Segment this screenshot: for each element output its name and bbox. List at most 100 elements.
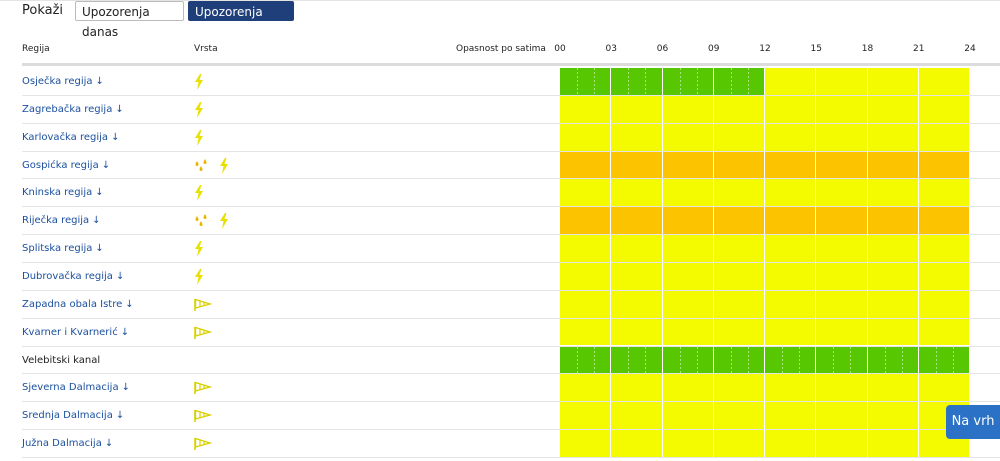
table-row: Sjeverna Dalmacija ↓ bbox=[22, 374, 1000, 402]
danger-cell-yellow bbox=[611, 290, 662, 318]
tab-upozorenja-danas[interactable]: Upozorenja danas bbox=[75, 1, 184, 39]
danger-cell-yellow bbox=[765, 374, 816, 402]
region-link[interactable]: Riječka regija ↓ bbox=[22, 207, 101, 235]
danger-cell-green bbox=[611, 68, 662, 95]
arrow-down-icon: ↓ bbox=[115, 103, 124, 115]
region-link[interactable]: Kvarner i Kvarnerić ↓ bbox=[22, 319, 129, 347]
danger-cell-orange bbox=[918, 151, 969, 179]
danger-cell-yellow bbox=[765, 402, 816, 430]
region-link[interactable]: Srednja Dalmacija ↓ bbox=[22, 402, 124, 430]
danger-cell-yellow bbox=[662, 262, 713, 290]
danger-cell-yellow bbox=[713, 235, 764, 262]
danger-cell-yellow bbox=[918, 179, 969, 207]
wind-icon bbox=[194, 409, 212, 423]
table-row: Dubrovačka regija ↓ bbox=[22, 262, 1000, 291]
table-row: Zagrebačka regija ↓ bbox=[22, 95, 1000, 124]
region-link[interactable]: Gospićka regija ↓ bbox=[22, 152, 110, 180]
danger-cell-yellow bbox=[816, 68, 867, 95]
region-link[interactable]: Karlovačka regija ↓ bbox=[22, 124, 119, 152]
danger-cell-yellow bbox=[816, 374, 867, 402]
danger-cell-yellow bbox=[611, 318, 662, 346]
table-row: Velebitski kanal bbox=[22, 346, 1000, 375]
region-link[interactable]: Dubrovačka regija ↓ bbox=[22, 263, 124, 291]
arrow-down-icon: ↓ bbox=[92, 215, 101, 227]
danger-cell-yellow bbox=[918, 318, 969, 346]
danger-cell-yellow bbox=[918, 235, 969, 262]
danger-cell-yellow bbox=[816, 179, 867, 207]
danger-cell-orange bbox=[560, 207, 611, 235]
danger-cell-orange bbox=[765, 151, 816, 179]
warning-type-icons bbox=[194, 268, 204, 286]
hour-tick: 00 bbox=[554, 44, 566, 54]
danger-cell-green bbox=[662, 346, 713, 374]
header-danger: Opasnost po satima bbox=[456, 44, 546, 54]
table-row: Kninska regija ↓ bbox=[22, 179, 1000, 207]
danger-cell-yellow bbox=[867, 179, 918, 207]
danger-cell-yellow bbox=[867, 68, 918, 95]
danger-cell-yellow bbox=[867, 95, 918, 123]
hour-tick: 03 bbox=[605, 44, 617, 54]
region-link[interactable]: Splitska regija ↓ bbox=[22, 235, 104, 263]
danger-cell-yellow bbox=[918, 262, 969, 290]
table-row: Gospićka regija ↓ bbox=[22, 151, 1000, 180]
region-link[interactable]: Sjeverna Dalmacija ↓ bbox=[22, 374, 130, 402]
header-region: Regija bbox=[22, 44, 50, 54]
danger-cell-yellow bbox=[662, 179, 713, 207]
warning-type-icons bbox=[194, 407, 212, 425]
region-link[interactable]: Kninska regija ↓ bbox=[22, 179, 104, 207]
warning-type-icons bbox=[194, 101, 204, 119]
danger-cell-orange bbox=[867, 207, 918, 235]
danger-cell-orange bbox=[713, 151, 764, 179]
hour-tick: 15 bbox=[810, 44, 822, 54]
thunder-icon bbox=[194, 241, 204, 258]
danger-cell-yellow bbox=[611, 402, 662, 430]
hour-tick: 09 bbox=[708, 44, 720, 54]
danger-cell-yellow bbox=[816, 123, 867, 151]
table-row: Zapadna obala Istre ↓ bbox=[22, 290, 1000, 319]
back-to-top-button[interactable]: Na vrh bbox=[946, 405, 1000, 439]
region-link[interactable]: Južna Dalmacija ↓ bbox=[22, 430, 113, 458]
danger-cell-green bbox=[713, 68, 764, 95]
arrow-down-icon: ↓ bbox=[115, 270, 125, 282]
danger-cell-yellow bbox=[918, 68, 969, 95]
danger-cell-green bbox=[713, 346, 764, 374]
thunder-icon bbox=[194, 101, 204, 118]
region-link[interactable]: Osječka regija ↓ bbox=[22, 68, 104, 96]
danger-cell-orange bbox=[867, 151, 918, 179]
tab-upozorenja-sutra[interactable]: Upozorenja sutra bbox=[188, 1, 294, 39]
region-name: Splitska regija bbox=[22, 243, 93, 255]
danger-cell-yellow bbox=[560, 95, 611, 123]
region-link[interactable]: Zagrebačka regija ↓ bbox=[22, 96, 124, 124]
hour-tick: 24 bbox=[964, 44, 976, 54]
rain-icon bbox=[194, 158, 210, 174]
region-link[interactable]: Zapadna obala Istre ↓ bbox=[22, 291, 134, 319]
danger-cell-yellow bbox=[816, 262, 867, 290]
warning-type-icons bbox=[194, 379, 212, 397]
hour-tick: 06 bbox=[656, 44, 669, 54]
danger-cell-yellow bbox=[662, 318, 713, 346]
arrow-down-icon: ↓ bbox=[104, 438, 114, 450]
warning-type-icons bbox=[194, 157, 229, 175]
danger-cell-yellow bbox=[765, 68, 816, 95]
region-name: Riječka regija bbox=[22, 215, 90, 227]
danger-cell-yellow bbox=[560, 290, 611, 318]
danger-cell-yellow bbox=[816, 402, 867, 430]
header-divider bbox=[22, 63, 1000, 66]
danger-cell-yellow bbox=[765, 262, 816, 290]
arrow-down-icon: ↓ bbox=[120, 326, 130, 338]
danger-cell-yellow bbox=[867, 374, 918, 402]
table-row: Južna Dalmacija ↓ bbox=[22, 430, 1000, 458]
arrow-down-icon: ↓ bbox=[95, 243, 104, 255]
danger-cell-yellow bbox=[662, 290, 713, 318]
danger-cell-yellow bbox=[611, 95, 662, 123]
danger-cell-yellow bbox=[765, 235, 816, 262]
hour-tick: 12 bbox=[759, 44, 771, 54]
thunder-icon bbox=[219, 213, 229, 230]
region-name: Srednja Dalmacija bbox=[22, 410, 113, 422]
arrow-down-icon: ↓ bbox=[125, 298, 134, 310]
danger-cell-yellow bbox=[662, 235, 713, 262]
danger-cell-orange bbox=[765, 207, 816, 235]
danger-cell-yellow bbox=[867, 123, 918, 151]
danger-cell-orange bbox=[816, 151, 867, 179]
danger-cell-orange bbox=[662, 151, 713, 179]
